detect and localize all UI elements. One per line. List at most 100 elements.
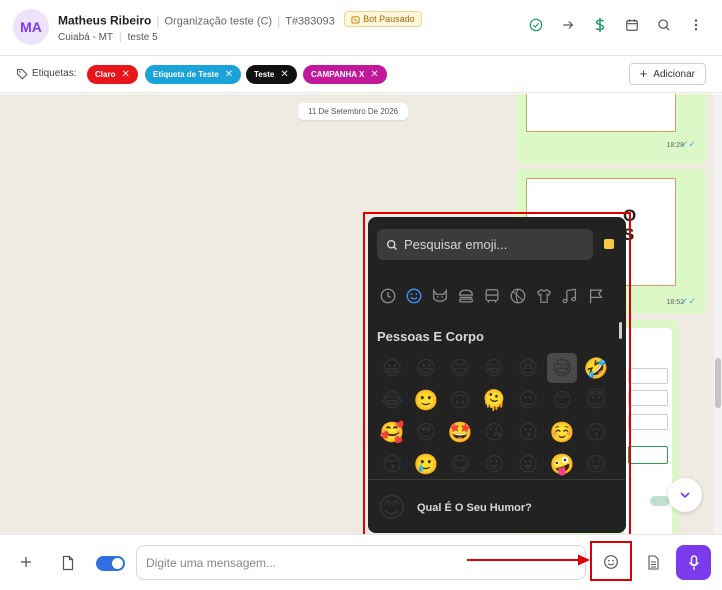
plus-icon[interactable] bbox=[19, 555, 33, 569]
emoji-option[interactable]: 😇 bbox=[581, 385, 611, 415]
remove-tag-icon[interactable]: ✕ bbox=[280, 69, 288, 80]
remove-tag-icon[interactable]: ✕ bbox=[121, 69, 129, 80]
document-icon[interactable] bbox=[647, 555, 660, 570]
arrow-right-icon[interactable] bbox=[560, 17, 576, 33]
queue-name: teste 5 bbox=[127, 32, 158, 43]
contact-subline: Cuiabá - MT | teste 5 bbox=[58, 32, 158, 43]
emoji-option[interactable]: ☺️ bbox=[547, 417, 577, 447]
music-note-icon[interactable] bbox=[560, 286, 580, 306]
emoji-option[interactable]: 😜 bbox=[513, 449, 543, 479]
avatar[interactable]: MA bbox=[13, 9, 49, 45]
message-image[interactable] bbox=[526, 94, 676, 132]
tag-chip: CAMPANHA X ✕ bbox=[303, 65, 387, 84]
emoji-preview-label: Qual É O Seu Humor? bbox=[417, 502, 532, 514]
separator: | bbox=[119, 32, 122, 43]
add-tag-button[interactable]: + Adicionar bbox=[628, 63, 706, 85]
check-circle-icon[interactable] bbox=[528, 17, 544, 33]
double-check-icon: ✓✓ bbox=[680, 296, 696, 306]
bot-status-label: Bot Pausado bbox=[363, 14, 415, 24]
emoji-option[interactable]: 🙂 bbox=[411, 385, 441, 415]
skin-tone-selector[interactable] bbox=[604, 239, 614, 249]
emoji-option[interactable]: 🙃 bbox=[445, 385, 475, 415]
tag-label: Claro bbox=[95, 70, 116, 79]
signature-toggle[interactable] bbox=[96, 556, 125, 571]
contact-name[interactable]: Matheus Ribeiro bbox=[58, 14, 151, 28]
separator: | bbox=[277, 13, 281, 28]
emoji-option[interactable]: 😝 bbox=[581, 449, 611, 479]
message-image[interactable] bbox=[624, 328, 672, 534]
more-vertical-icon[interactable] bbox=[688, 17, 704, 33]
remove-tag-icon[interactable]: ✕ bbox=[370, 69, 378, 80]
calendar-icon[interactable] bbox=[624, 17, 640, 33]
dollar-icon[interactable] bbox=[592, 17, 608, 33]
separator: | bbox=[156, 13, 160, 28]
emoji-option[interactable]: 😙 bbox=[377, 449, 407, 479]
toggle-knob bbox=[112, 558, 123, 569]
emoji-option[interactable]: 😅 bbox=[547, 353, 577, 383]
search-icon[interactable] bbox=[656, 17, 672, 33]
header-actions bbox=[528, 17, 704, 33]
emoji-preview-footer: 😊 Qual É O Seu Humor? bbox=[368, 479, 626, 533]
tag-chip: Etiqueta de Teste ✕ bbox=[145, 65, 242, 84]
scrollbar-thumb[interactable] bbox=[715, 358, 721, 408]
emoji-option[interactable]: 😚 bbox=[581, 417, 611, 447]
emoji-option[interactable]: 😆 bbox=[513, 353, 543, 383]
tag-chip: Claro ✕ bbox=[87, 65, 138, 84]
emoji-option[interactable]: 🥲 bbox=[411, 449, 441, 479]
emoji-scrollbar[interactable] bbox=[619, 322, 622, 339]
search-icon bbox=[386, 239, 397, 250]
emoji-option[interactable]: 😄 bbox=[445, 353, 475, 383]
file-icon[interactable] bbox=[61, 555, 75, 571]
tag-chip: Teste ✕ bbox=[246, 65, 297, 84]
annotation-arrow bbox=[467, 554, 590, 566]
emoji-option[interactable]: 😋 bbox=[445, 449, 475, 479]
microphone-icon bbox=[688, 554, 699, 570]
emoji-section-title: Pessoas E Corpo bbox=[377, 329, 484, 344]
emoji-option[interactable]: 😍 bbox=[411, 417, 441, 447]
emoji-option[interactable]: 😀 bbox=[377, 353, 407, 383]
tags-label: Etiquetas: bbox=[32, 68, 77, 79]
flag-icon[interactable] bbox=[586, 286, 606, 306]
remove-tag-icon[interactable]: ✕ bbox=[225, 69, 233, 80]
smiley-icon[interactable] bbox=[404, 286, 424, 306]
bus-icon[interactable] bbox=[482, 286, 502, 306]
scroll-to-bottom-button[interactable] bbox=[668, 478, 702, 512]
chat-scrollbar[interactable] bbox=[714, 94, 722, 534]
tag-label: Etiqueta de Teste bbox=[153, 70, 219, 79]
bot-status-badge: Bot Pausado bbox=[344, 11, 422, 27]
emoji-option[interactable]: 😛 bbox=[479, 449, 509, 479]
emoji-option[interactable]: 😗 bbox=[513, 417, 543, 447]
tag-label: Teste bbox=[254, 70, 275, 79]
plus-icon: + bbox=[639, 66, 648, 81]
add-tag-label: Adicionar bbox=[653, 68, 695, 80]
emoji-option[interactable]: 🤩 bbox=[445, 417, 475, 447]
emoji-option[interactable]: 😘 bbox=[479, 417, 509, 447]
emoji-option[interactable]: 🤪 bbox=[547, 449, 577, 479]
tags-bar: Etiquetas: Claro ✕ Etiqueta de Teste ✕ Tes… bbox=[0, 57, 722, 93]
emoji-option[interactable]: 😂 bbox=[377, 385, 407, 415]
emoji-option[interactable]: 🤣 bbox=[581, 353, 611, 383]
emoji-search-input[interactable] bbox=[404, 237, 584, 252]
emoji-option[interactable]: 🫠 bbox=[479, 385, 509, 415]
message-bubble[interactable]: 18:28 ✓✓ bbox=[516, 94, 706, 164]
bot-paused-icon bbox=[351, 15, 360, 24]
emoji-option[interactable]: 🥰 bbox=[377, 417, 407, 447]
cat-icon[interactable] bbox=[430, 286, 450, 306]
burger-icon[interactable] bbox=[456, 286, 476, 306]
emoji-search-box bbox=[377, 229, 593, 260]
emoji-option[interactable]: 😊 bbox=[547, 385, 577, 415]
clock-icon[interactable] bbox=[378, 286, 398, 306]
contact-info-line: Matheus Ribeiro | Organização teste (C) | T#… bbox=[58, 11, 422, 28]
chat-header: MA Matheus Ribeiro | Organização teste (C)… bbox=[0, 0, 722, 56]
shirt-icon[interactable] bbox=[534, 286, 554, 306]
organization-name: Organização teste (C) bbox=[164, 15, 273, 28]
emoji-option[interactable]: 😃 bbox=[411, 353, 441, 383]
emoji-option[interactable]: 😉 bbox=[513, 385, 543, 415]
microphone-button[interactable] bbox=[676, 545, 711, 580]
tag-icon bbox=[16, 68, 28, 80]
ball-icon[interactable] bbox=[508, 286, 528, 306]
emoji-button-icon[interactable] bbox=[603, 554, 619, 570]
ticket-number: T#383093 bbox=[285, 15, 335, 28]
emoji-grid: 😀 😃 😄 😁 😆 😅 🤣 😂 🙂 🙃 🫠 😉 😊 😇 🥰 😍 🤩 😘 😗 ☺️ 😚 😙 🥲 😋 😛 😜 🤪 😝 bbox=[377, 353, 611, 479]
emoji-option[interactable]: 😁 bbox=[479, 353, 509, 383]
